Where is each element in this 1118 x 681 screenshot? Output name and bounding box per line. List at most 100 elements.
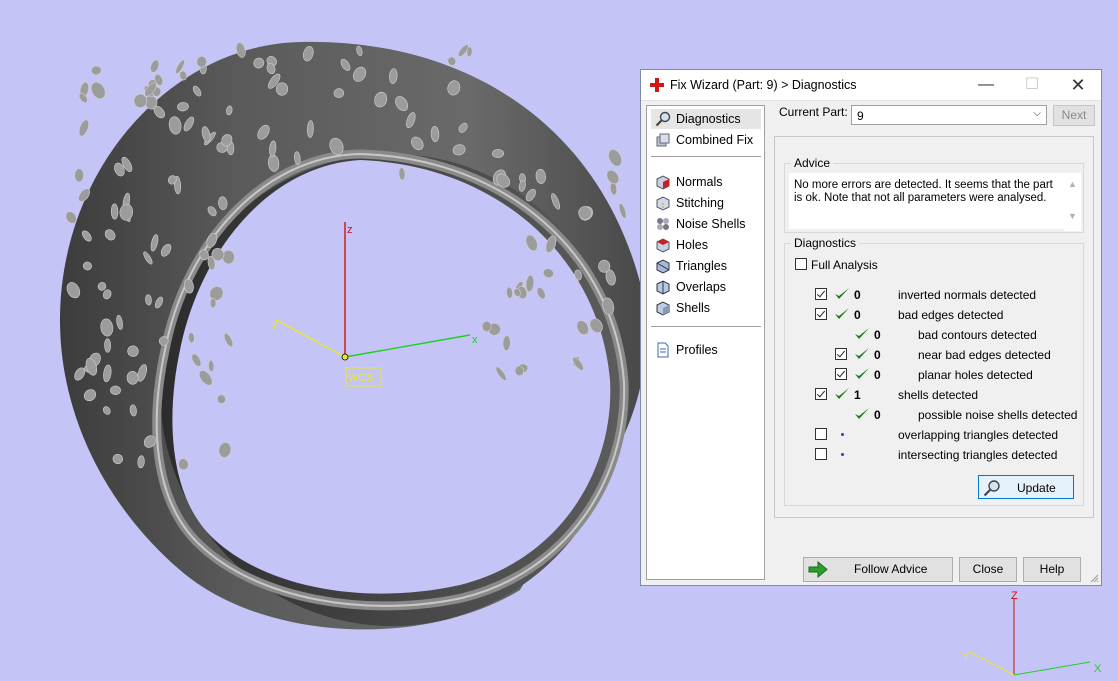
normals-cube-icon bbox=[656, 175, 670, 190]
green-arrow-icon bbox=[808, 561, 828, 578]
noise-shells-value: 0 bbox=[874, 408, 881, 422]
minimize-button[interactable]: — bbox=[963, 70, 1009, 100]
nav-item-noise-shells[interactable]: Noise Shells bbox=[651, 214, 761, 234]
nav-item-holes[interactable]: Holes bbox=[651, 235, 761, 255]
bad-edges-checkbox[interactable] bbox=[815, 308, 827, 320]
nav-item-shells[interactable]: Shells bbox=[651, 298, 761, 318]
perforation-hole bbox=[91, 65, 102, 76]
window-close-button[interactable]: ✕ bbox=[1055, 70, 1101, 100]
overlapping-triangles-checkbox[interactable] bbox=[815, 428, 827, 440]
planar-holes-label: planar holes detected bbox=[918, 368, 1033, 382]
perforation-hole bbox=[222, 249, 235, 265]
perforation-hole bbox=[481, 320, 492, 332]
follow-advice-button[interactable]: Follow Advice bbox=[803, 557, 953, 582]
full-analysis-label: Full Analysis bbox=[811, 258, 878, 272]
green-check-icon bbox=[855, 408, 869, 419]
help-button[interactable]: Help bbox=[1023, 557, 1081, 582]
title-bar[interactable]: Fix Wizard (Part: 9) > Diagnostics — ☐ ✕ bbox=[641, 70, 1101, 101]
diagnostics-title: Diagnostics bbox=[791, 236, 860, 250]
advice-textbox[interactable]: No more errors are detected. It seems th… bbox=[789, 173, 1081, 231]
perforation-hole bbox=[275, 82, 289, 96]
perforation-hole bbox=[78, 119, 89, 137]
z-axis-label: z bbox=[347, 224, 353, 236]
fix-wizard-dialog: Fix Wizard (Part: 9) > Diagnostics — ☐ ✕… bbox=[640, 69, 1102, 586]
inverted-normals-label: inverted normals detected bbox=[898, 288, 1037, 302]
perforation-hole bbox=[618, 203, 627, 219]
scroll-down-icon[interactable]: ▼ bbox=[1068, 211, 1077, 221]
green-check-icon bbox=[835, 308, 849, 319]
wcs-label: WCS bbox=[348, 372, 374, 384]
green-check-icon bbox=[855, 328, 869, 339]
nav-item-stitching[interactable]: Stitching bbox=[651, 193, 761, 213]
nav-item-combined-fix[interactable]: Combined Fix bbox=[651, 130, 761, 150]
bad-contours-label: bad contours detected bbox=[918, 328, 1037, 342]
nav-item-overlaps[interactable]: Overlaps bbox=[651, 277, 761, 297]
noise-shells-icon bbox=[657, 218, 669, 230]
perforation-hole bbox=[606, 169, 620, 185]
nav-item-profiles[interactable]: Profiles bbox=[651, 340, 761, 360]
nav-item-diagnostics[interactable]: Diagnostics bbox=[651, 109, 761, 129]
inverted-normals-value: 0 bbox=[854, 288, 861, 302]
holes-cube-icon bbox=[656, 238, 670, 253]
shells-checkbox[interactable] bbox=[815, 388, 827, 400]
nav-divider bbox=[651, 326, 761, 327]
perforation-hole bbox=[145, 294, 152, 306]
corner-z-label: Z bbox=[1011, 590, 1018, 602]
planar-holes-checkbox[interactable] bbox=[835, 368, 847, 380]
stitching-cube-icon bbox=[656, 196, 670, 211]
overlaps-cube-icon bbox=[656, 280, 670, 295]
green-check-icon bbox=[855, 348, 869, 359]
current-part-select[interactable]: 9 ⌵ bbox=[851, 105, 1047, 125]
nav-item-normals[interactable]: Normals bbox=[651, 172, 761, 192]
perforation-hole bbox=[209, 298, 217, 309]
chevron-down-icon: ⌵ bbox=[1033, 108, 1041, 119]
noise-shells-label: possible noise shells detected bbox=[918, 408, 1078, 422]
perforation-hole bbox=[150, 59, 160, 73]
perforation-hole bbox=[492, 149, 504, 158]
nav-divider bbox=[651, 156, 761, 157]
full-analysis-checkbox[interactable] bbox=[795, 258, 807, 270]
near-bad-edges-checkbox[interactable] bbox=[835, 348, 847, 360]
scroll-up-icon[interactable]: ▲ bbox=[1068, 179, 1077, 189]
advice-scrollbar[interactable]: ▲ ▼ bbox=[1064, 173, 1081, 231]
intersecting-triangles-checkbox[interactable] bbox=[815, 448, 827, 460]
next-button[interactable]: Next bbox=[1053, 105, 1095, 126]
bad-contours-value: 0 bbox=[874, 328, 881, 342]
bad-edges-value: 0 bbox=[854, 308, 861, 322]
perforation-hole bbox=[104, 338, 112, 353]
bad-edges-label: bad edges detected bbox=[898, 308, 1004, 322]
current-part-value: 9 bbox=[857, 109, 864, 123]
pending-dot-icon bbox=[841, 433, 844, 436]
current-part-label: Current Part: bbox=[779, 105, 848, 119]
x-axis-label: x bbox=[472, 334, 478, 346]
near-bad-edges-value: 0 bbox=[874, 348, 881, 362]
perforation-hole bbox=[208, 359, 215, 373]
perforation-hole bbox=[514, 365, 525, 377]
green-check-icon bbox=[855, 368, 869, 379]
wizard-nav: Diagnostics Combined Fix Normals Stitchi… bbox=[646, 105, 765, 580]
advice-text: No more errors are detected. It seems th… bbox=[794, 179, 1053, 204]
magnifier-icon bbox=[655, 111, 671, 127]
planar-holes-value: 0 bbox=[874, 368, 881, 382]
red-cross-icon bbox=[650, 78, 664, 92]
near-bad-edges-label: near bad edges detected bbox=[918, 348, 1051, 362]
y-axis-label: y bbox=[272, 318, 278, 330]
inverted-normals-checkbox[interactable] bbox=[815, 288, 827, 300]
intersecting-triangles-label: intersecting triangles detected bbox=[898, 448, 1058, 462]
perforation-hole bbox=[188, 332, 195, 344]
window-title: Fix Wizard (Part: 9) > Diagnostics bbox=[670, 78, 857, 92]
advice-title: Advice bbox=[791, 156, 834, 170]
green-check-icon bbox=[835, 388, 849, 399]
close-button[interactable]: Close bbox=[959, 557, 1017, 582]
perforation-hole bbox=[90, 81, 106, 100]
nav-item-triangles[interactable]: Triangles bbox=[651, 256, 761, 276]
update-button[interactable]: Update bbox=[978, 475, 1074, 499]
maximize-button[interactable]: ☐ bbox=[1009, 70, 1055, 100]
resize-grip-icon[interactable] bbox=[1089, 573, 1099, 583]
triangles-cube-icon bbox=[656, 259, 670, 274]
overlapping-triangles-label: overlapping triangles detected bbox=[898, 428, 1059, 442]
green-check-icon bbox=[835, 288, 849, 299]
shells-value: 1 bbox=[854, 388, 861, 402]
shells-cube-icon bbox=[656, 301, 670, 316]
perforation-hole bbox=[447, 56, 457, 66]
